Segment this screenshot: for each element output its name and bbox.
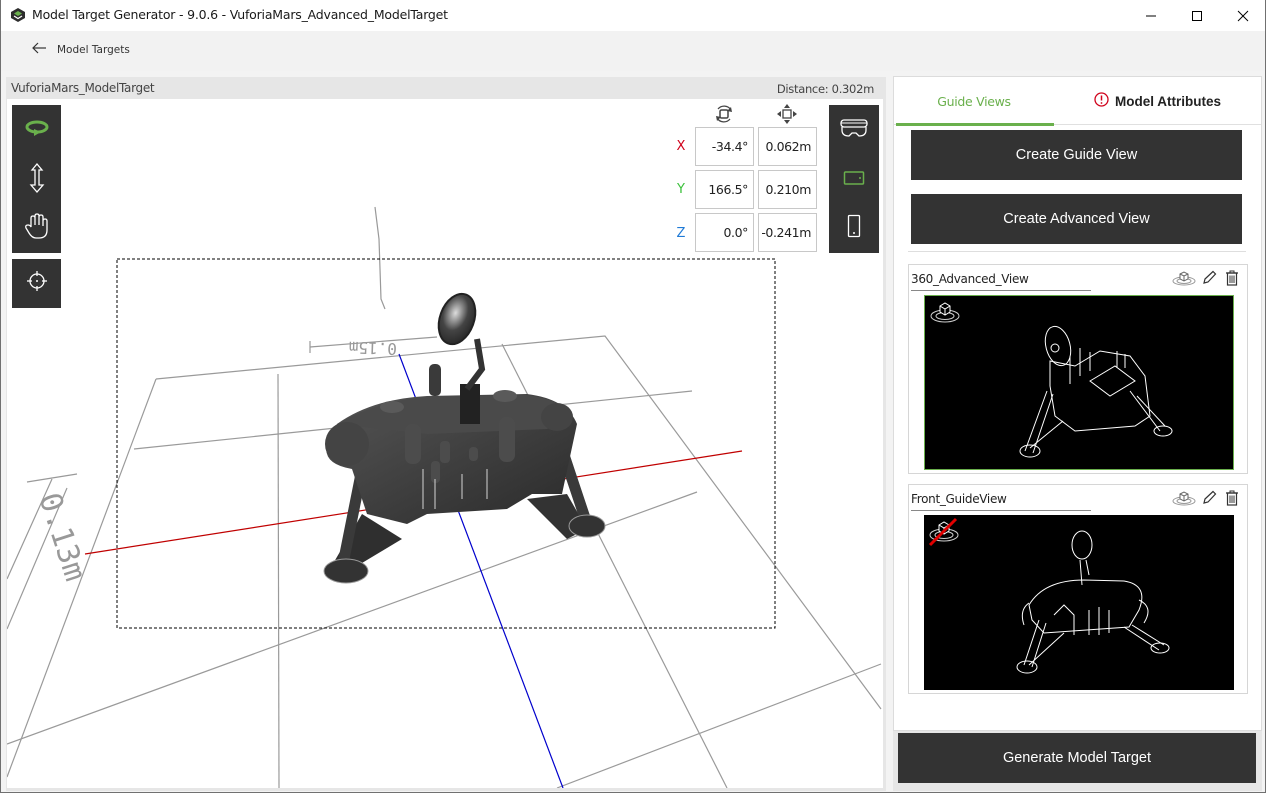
mars-lander-model <box>323 292 606 584</box>
y-axis-label: Y <box>677 182 685 197</box>
view-card-advanced[interactable]: 360_Advanced_View <box>908 264 1248 474</box>
left-scale-ruler: 0.13m <box>7 473 93 586</box>
zoom-tool-button[interactable] <box>12 155 61 205</box>
trash-icon[interactable] <box>1225 490 1239 511</box>
model-name: VuforiaMars_ModelTarget <box>11 81 155 95</box>
create-guide-view-button[interactable]: Create Guide View <box>911 130 1242 180</box>
guide-view-badge-disabled-icon <box>928 517 959 547</box>
pencil-icon[interactable] <box>1201 270 1217 291</box>
distance-readout: Distance: 0.302m <box>776 82 874 96</box>
vertical-scale-label: 0.13m <box>31 489 92 586</box>
panel-tabs: Guide Views Model Attributes <box>894 77 1261 126</box>
generate-model-target-button[interactable]: Generate Model Target <box>898 733 1256 783</box>
recenter-toolbox <box>12 259 61 308</box>
orbit-icon <box>24 119 50 142</box>
crosshair-icon <box>26 270 48 297</box>
3d-viewport[interactable]: 0.15m 0.13m X -34.4° 0.062m Y 166.5° 0.2… <box>7 99 883 788</box>
vertical-scale-mark <box>374 206 386 310</box>
translation-z-field[interactable]: -0.241m <box>758 213 817 252</box>
headset-device-button[interactable] <box>829 105 878 155</box>
create-advanced-view-button[interactable]: Create Advanced View <box>911 194 1242 244</box>
tab-model-attributes[interactable]: Model Attributes <box>1054 77 1261 125</box>
pan-tool-button[interactable] <box>12 203 61 253</box>
headset-icon <box>839 118 869 143</box>
view-cube-icon[interactable] <box>1171 490 1197 511</box>
rotate-icon <box>713 103 735 125</box>
horizontal-scale-ruler: 0.15m <box>309 336 438 359</box>
tablet-device-button[interactable] <box>829 155 878 205</box>
model-edge-render <box>1016 530 1170 674</box>
vertical-arrows-icon <box>29 162 45 198</box>
rotation-z-field[interactable]: 0.0° <box>695 213 754 252</box>
view-name-field[interactable]: 360_Advanced_View <box>911 269 1091 291</box>
z-axis-label: Z <box>676 226 686 241</box>
hand-icon <box>24 212 49 244</box>
horizontal-scale-label: 0.15m <box>348 338 397 359</box>
recenter-button[interactable] <box>12 259 61 308</box>
view-thumbnail[interactable] <box>924 515 1234 690</box>
maximize-button[interactable] <box>1174 0 1220 31</box>
translation-y-field[interactable]: 0.210m <box>758 170 817 209</box>
phone-icon <box>847 214 861 243</box>
view-cube-icon[interactable] <box>1171 270 1197 291</box>
viewport-panel: VuforiaMars_ModelTarget Distance: 0.302m <box>6 77 886 791</box>
title-bar: Model Target Generator - 9.0.6 - Vuforia… <box>1 0 1265 31</box>
translation-x-field[interactable]: 0.062m <box>758 127 817 166</box>
close-button[interactable] <box>1220 0 1266 31</box>
viewport-header: VuforiaMars_ModelTarget Distance: 0.302m <box>6 77 886 99</box>
pencil-icon[interactable] <box>1201 490 1217 511</box>
window-title: Model Target Generator - 9.0.6 - Vuforia… <box>32 7 448 22</box>
app-window: Model Target Generator - 9.0.6 - Vuforia… <box>0 0 1266 793</box>
view-thumbnail[interactable] <box>924 295 1234 470</box>
view-card-guide[interactable]: Front_GuideView <box>908 484 1248 694</box>
model-edge-render <box>1019 325 1173 458</box>
nav-bar: Model Targets <box>1 31 1265 71</box>
warning-icon <box>1094 92 1109 110</box>
minimize-button[interactable] <box>1128 0 1174 31</box>
app-logo-icon <box>10 7 26 23</box>
move-icon <box>776 103 798 125</box>
back-button[interactable]: Model Targets <box>31 40 130 60</box>
navigation-toolbox <box>12 105 61 253</box>
x-axis-label: X <box>676 139 686 154</box>
tab-guide-views[interactable]: Guide Views <box>894 77 1054 126</box>
arrow-left-icon <box>31 41 47 59</box>
guide-view-panel: Guide Views Model Attributes Create Guid… <box>893 76 1262 731</box>
divider <box>908 251 1246 252</box>
orbit-tool-button[interactable] <box>12 105 61 155</box>
generate-bar: Generate Model Target <box>893 731 1262 791</box>
view-name-field[interactable]: Front_GuideView <box>911 489 1091 511</box>
device-toolbox <box>829 105 879 253</box>
advanced-view-badge-icon <box>930 302 960 323</box>
trash-icon[interactable] <box>1225 270 1239 291</box>
back-label: Model Targets <box>57 44 130 56</box>
rotation-y-field[interactable]: 166.5° <box>695 170 754 209</box>
tablet-icon <box>843 170 865 191</box>
rotation-x-field[interactable]: -34.4° <box>695 127 754 166</box>
phone-device-button[interactable] <box>829 203 878 253</box>
